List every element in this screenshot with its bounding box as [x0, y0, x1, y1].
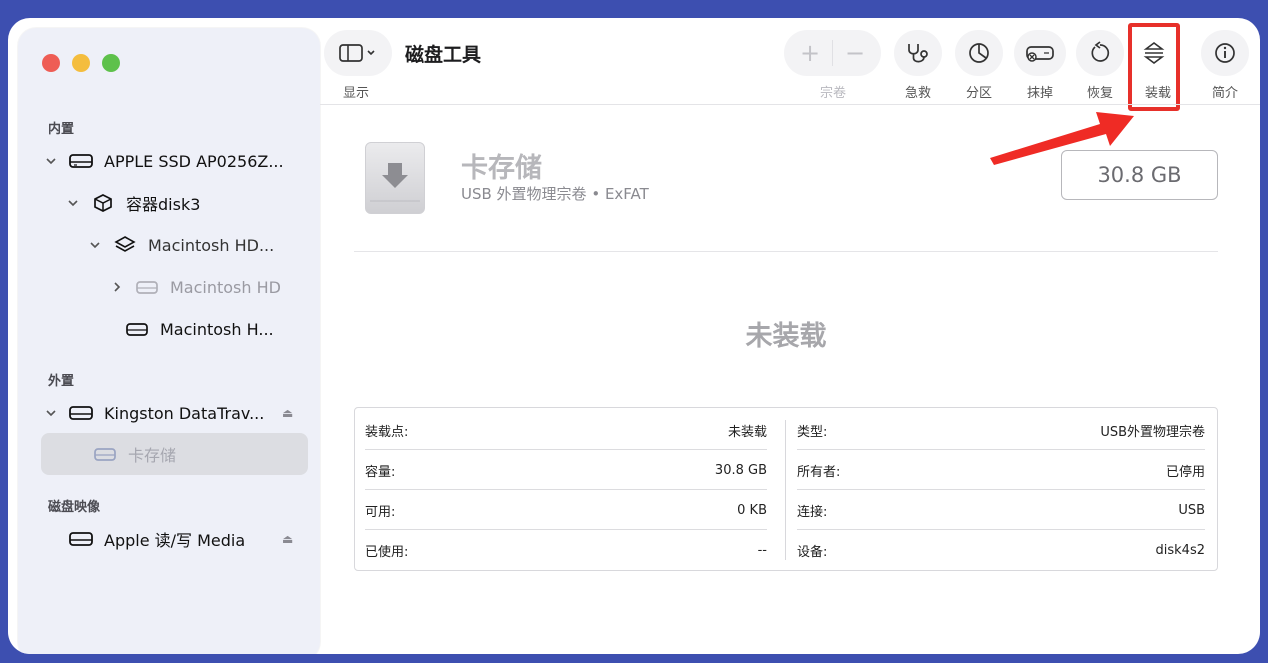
info-label: 简介: [1211, 86, 1238, 101]
content-divider: [354, 251, 1218, 252]
info-table: 装载点: 未装载 容量: 30.8 GB 可用: 0 KB 已使用: -- 类型…: [354, 407, 1218, 571]
volume-name: 卡存储: [461, 153, 542, 184]
sidebar-item-label: APPLE SSD AP0256Z...: [104, 151, 284, 171]
chevron-down-icon[interactable]: [44, 406, 58, 420]
partition-button[interactable]: [955, 30, 1003, 76]
erase-drive-icon: [1026, 46, 1054, 62]
restore-arrow-icon: [1091, 41, 1110, 62]
add-volume-icon[interactable]: +: [788, 39, 832, 67]
info-row: 可用: 0 KB: [365, 490, 767, 530]
sidebar-item-card-storage[interactable]: 卡存储: [92, 437, 176, 471]
info-key: 类型:: [797, 424, 828, 440]
column-divider: [785, 420, 786, 560]
pie-chart-icon: [969, 43, 989, 63]
download-arrow-icon: [370, 163, 420, 202]
sidebar-item-label: Apple 读/写 Media: [104, 531, 246, 550]
section-disk-images: 磁盘映像: [48, 500, 101, 515]
sidebar-item-apple-media[interactable]: Apple 读/写 Media: [68, 522, 245, 556]
external-drive-icon: [68, 529, 94, 549]
sidebar-item-macintosh-hd-data[interactable]: Macintosh H...: [124, 312, 274, 346]
minimize-window-button[interactable]: [72, 54, 90, 72]
volume-subtitle: USB 外置物理宗卷 • ExFAT: [461, 185, 649, 203]
sidebar-toggle-icon: [339, 44, 375, 62]
volume-icon: [365, 142, 425, 214]
info-row: 装载点: 未装载: [365, 410, 767, 450]
restore-label: 恢复: [1086, 86, 1113, 101]
info-column-right: 类型: USB外置物理宗卷 所有者: 已停用 连接: USB 设备: disk4…: [787, 408, 1219, 572]
disk-utility-window: 内置 APPLE SSD AP0256Z... 容器disk3 Macintos…: [8, 18, 1260, 654]
chevron-down-icon[interactable]: [66, 196, 80, 210]
view-label: 显示: [342, 86, 369, 101]
close-window-button[interactable]: [42, 54, 60, 72]
internal-drive-icon: [68, 151, 94, 171]
info-value: USB: [1178, 502, 1205, 518]
section-internal: 内置: [48, 122, 75, 137]
info-row: 所有者: 已停用: [797, 450, 1205, 490]
toolbar-divider: [320, 104, 1260, 105]
sidebar-item-label: Macintosh H...: [160, 319, 274, 339]
info-value: disk4s2: [1155, 542, 1205, 558]
sidebar-item-label: Macintosh HD...: [148, 235, 275, 255]
info-icon: [1215, 43, 1235, 63]
info-row: 设备: disk4s2: [797, 530, 1205, 570]
volume-drive-icon: [92, 444, 118, 464]
section-external: 外置: [48, 374, 75, 389]
info-key: 可用:: [365, 504, 396, 520]
info-value: --: [757, 542, 767, 558]
remove-volume-icon[interactable]: −: [833, 39, 877, 67]
info-value: USB外置物理宗卷: [1100, 424, 1205, 440]
info-row: 类型: USB外置物理宗卷: [797, 410, 1205, 450]
erase-label: 抹掉: [1026, 86, 1053, 101]
sidebar-item-container[interactable]: 容器disk3: [66, 186, 200, 220]
zoom-window-button[interactable]: [102, 54, 120, 72]
view-button[interactable]: [324, 30, 392, 76]
info-key: 所有者:: [797, 464, 841, 480]
info-value: 0 KB: [737, 502, 767, 518]
volume-size-badge: 30.8 GB: [1061, 150, 1218, 200]
first-aid-label: 急救: [904, 86, 931, 101]
sidebar-item-apple-ssd[interactable]: APPLE SSD AP0256Z...: [44, 144, 284, 178]
unmounted-status: 未装载: [745, 321, 827, 352]
volume-add-remove-group: + −: [784, 30, 881, 76]
info-key: 容量:: [365, 464, 396, 480]
volume-drive-icon: [124, 319, 150, 339]
restore-button[interactable]: [1076, 30, 1124, 76]
container-cube-icon: [90, 193, 116, 213]
sidebar-item-label: 容器disk3: [126, 195, 201, 214]
chevron-right-icon[interactable]: [110, 280, 124, 294]
sidebar-item-label: 卡存储: [128, 446, 177, 465]
sidebar-item-kingston[interactable]: Kingston DataTrav...: [44, 396, 264, 430]
info-value: 未装载: [727, 424, 767, 440]
info-key: 已使用:: [365, 544, 409, 560]
app-title: 磁盘工具: [405, 44, 482, 66]
info-row: 连接: USB: [797, 490, 1205, 530]
partition-label: 分区: [965, 86, 992, 101]
sidebar: 内置 APPLE SSD AP0256Z... 容器disk3 Macintos…: [18, 28, 320, 654]
first-aid-button[interactable]: [894, 30, 942, 76]
mount-highlight-box: [1128, 23, 1180, 111]
info-key: 设备:: [797, 544, 828, 560]
info-value: 已停用: [1165, 464, 1205, 480]
eject-icon[interactable]: ⏏: [282, 406, 293, 420]
volume-drive-icon: [134, 277, 160, 297]
info-row: 容量: 30.8 GB: [365, 450, 767, 490]
info-key: 连接:: [797, 504, 828, 520]
stack-layers-icon: [112, 235, 138, 255]
sidebar-item-macintosh-hd[interactable]: Macintosh HD: [110, 270, 281, 304]
info-button[interactable]: [1201, 30, 1249, 76]
external-drive-icon: [68, 403, 94, 423]
info-row: 已使用: --: [365, 530, 767, 570]
eject-icon[interactable]: ⏏: [282, 532, 293, 546]
sidebar-item-label: Macintosh HD: [170, 277, 281, 297]
info-key: 装载点:: [365, 424, 409, 440]
erase-button[interactable]: [1014, 30, 1066, 76]
chevron-down-icon[interactable]: [88, 238, 102, 252]
info-value: 30.8 GB: [714, 462, 767, 478]
sidebar-item-volume-group[interactable]: Macintosh HD...: [88, 228, 274, 262]
sidebar-item-label: Kingston DataTrav...: [104, 403, 265, 423]
volume-label: 宗卷: [819, 86, 846, 101]
info-column-left: 装载点: 未装载 容量: 30.8 GB 可用: 0 KB 已使用: --: [355, 408, 787, 572]
chevron-down-icon[interactable]: [44, 154, 58, 168]
stethoscope-icon: [908, 44, 928, 63]
